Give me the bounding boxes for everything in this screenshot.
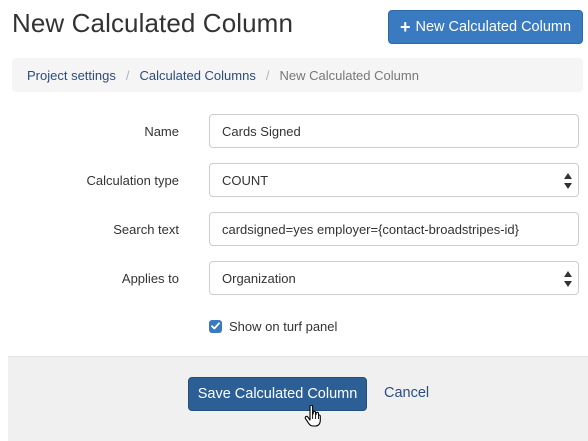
show-on-turf-panel-row: Show on turf panel xyxy=(209,318,337,334)
applies-to-value: Organization xyxy=(222,270,296,286)
updown-arrows-icon xyxy=(564,271,572,287)
plus-icon: + xyxy=(399,17,411,37)
page-title: New Calculated Column xyxy=(12,8,294,38)
calculation-type-value: COUNT xyxy=(222,172,269,188)
breadcrumb: Project settings / Calculated Columns / … xyxy=(12,58,583,92)
name-label: Name xyxy=(144,123,179,139)
breadcrumb-separator: / xyxy=(125,67,130,83)
breadcrumb-current: New Calculated Column xyxy=(279,67,419,83)
new-calculated-column-button[interactable]: + New Calculated Column xyxy=(388,10,583,44)
checkmark-icon xyxy=(211,322,220,330)
cancel-link[interactable]: Cancel xyxy=(384,385,429,401)
applies-to-select[interactable]: Organization xyxy=(209,261,579,295)
hand-pointer-icon xyxy=(304,405,321,427)
search-text-value: cardsigned=yes employer={contact-broadst… xyxy=(222,221,520,237)
breadcrumb-separator: / xyxy=(265,67,270,83)
new-calculated-column-button-label: New Calculated Column xyxy=(415,19,572,35)
calculation-type-select[interactable]: COUNT xyxy=(209,163,579,197)
breadcrumb-item-project-settings[interactable]: Project settings xyxy=(27,68,116,83)
show-on-turf-panel-label: Show on turf panel xyxy=(229,318,338,334)
breadcrumb-item-calculated-columns[interactable]: Calculated Columns xyxy=(140,68,256,83)
search-text-input[interactable]: cardsigned=yes employer={contact-broadst… xyxy=(209,212,579,246)
search-text-label: Search text xyxy=(113,221,179,237)
name-input-value: Cards Signed xyxy=(222,123,301,139)
save-calculated-column-button[interactable]: Save Calculated Column xyxy=(188,377,367,411)
name-input[interactable]: Cards Signed xyxy=(209,114,579,148)
search-text-row: Search text cardsigned=yes employer={con… xyxy=(0,212,588,246)
updown-arrows-icon xyxy=(564,173,572,189)
applies-to-label: Applies to xyxy=(121,270,179,286)
calculation-type-row: Calculation type COUNT xyxy=(0,163,588,197)
show-on-turf-panel-checkbox[interactable] xyxy=(209,319,222,333)
calculation-type-label: Calculation type xyxy=(86,172,180,188)
applies-to-row: Applies to Organization xyxy=(0,261,588,295)
name-row: Name Cards Signed xyxy=(0,114,588,148)
